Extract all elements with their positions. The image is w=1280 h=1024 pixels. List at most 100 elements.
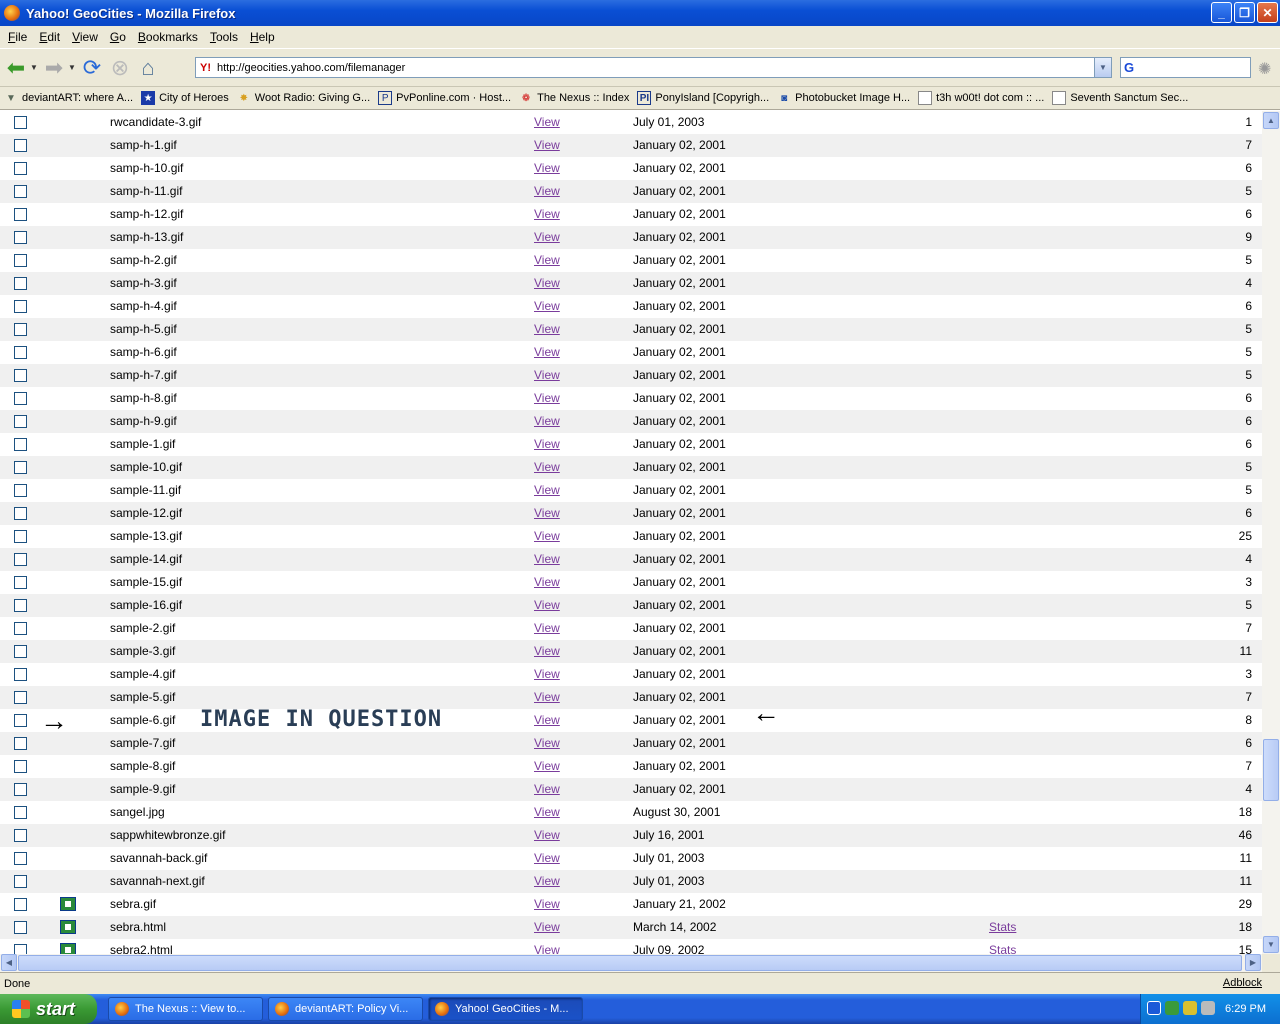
file-checkbox[interactable] <box>14 737 27 750</box>
view-link[interactable]: View <box>534 759 560 773</box>
file-checkbox[interactable] <box>14 783 27 796</box>
close-button[interactable]: ✕ <box>1257 2 1278 23</box>
scroll-left-icon[interactable]: ◀ <box>1 954 17 971</box>
taskbar-item-deviantart[interactable]: deviantART: Policy Vi... <box>268 997 423 1021</box>
file-checkbox[interactable] <box>14 530 27 543</box>
file-checkbox[interactable] <box>14 875 27 888</box>
file-checkbox[interactable] <box>14 185 27 198</box>
file-checkbox[interactable] <box>14 254 27 267</box>
forward-arrow-icon[interactable]: ➡ <box>40 54 68 82</box>
file-checkbox[interactable] <box>14 553 27 566</box>
view-link[interactable]: View <box>534 368 560 382</box>
file-checkbox[interactable] <box>14 806 27 819</box>
view-link[interactable]: View <box>534 644 560 658</box>
file-checkbox[interactable] <box>14 300 27 313</box>
view-link[interactable]: View <box>534 207 560 221</box>
file-checkbox[interactable] <box>14 369 27 382</box>
view-link[interactable]: View <box>534 414 560 428</box>
file-checkbox[interactable] <box>14 208 27 221</box>
file-checkbox[interactable] <box>14 277 27 290</box>
menu-view[interactable]: View <box>66 30 104 44</box>
address-url[interactable]: http://geocities.yahoo.com/filemanager <box>217 62 405 74</box>
view-link[interactable]: View <box>534 805 560 819</box>
view-link[interactable]: View <box>534 851 560 865</box>
view-link[interactable]: View <box>534 115 560 129</box>
tray-expand-icon[interactable] <box>1147 1001 1161 1015</box>
file-checkbox[interactable] <box>14 944 27 954</box>
menu-edit[interactable]: Edit <box>33 30 66 44</box>
maximize-button[interactable]: ❐ <box>1234 2 1255 23</box>
file-checkbox[interactable] <box>14 829 27 842</box>
file-checkbox[interactable] <box>14 484 27 497</box>
view-link[interactable]: View <box>534 943 560 954</box>
view-link[interactable]: View <box>534 621 560 635</box>
file-checkbox[interactable] <box>14 760 27 773</box>
bookmark-photobucket[interactable]: ◙ Photobucket Image H... <box>777 91 910 105</box>
search-box[interactable]: G <box>1120 57 1251 78</box>
bookmark-seventh-sanctum[interactable]: Seventh Sanctum Sec... <box>1052 91 1188 105</box>
vertical-scrollbar[interactable]: ▲ ▼ <box>1262 111 1280 954</box>
title-bar[interactable]: Yahoo! GeoCities - Mozilla Firefox _ ❐ ✕ <box>0 0 1280 26</box>
clock[interactable]: 6:29 PM <box>1225 1003 1266 1015</box>
view-link[interactable]: View <box>534 598 560 612</box>
volume-icon[interactable] <box>1201 1001 1215 1015</box>
file-checkbox[interactable] <box>14 438 27 451</box>
view-link[interactable]: View <box>534 736 560 750</box>
bookmark-t3h-woot[interactable]: t3h w00t! dot com :: ... <box>918 91 1044 105</box>
file-checkbox[interactable] <box>14 898 27 911</box>
menu-file[interactable]: File <box>2 30 33 44</box>
file-checkbox[interactable] <box>14 139 27 152</box>
view-link[interactable]: View <box>534 322 560 336</box>
forward-dropdown-icon[interactable]: ▼ <box>68 63 78 72</box>
view-link[interactable]: View <box>534 391 560 405</box>
view-link[interactable]: View <box>534 529 560 543</box>
file-checkbox[interactable] <box>14 116 27 129</box>
scroll-down-icon[interactable]: ▼ <box>1263 936 1279 953</box>
menu-tools[interactable]: Tools <box>204 30 244 44</box>
minimize-button[interactable]: _ <box>1211 2 1232 23</box>
scrollbar-thumb[interactable] <box>1263 739 1279 801</box>
horizontal-scrollbar[interactable]: ◀ ▶ <box>0 954 1262 972</box>
taskbar-item-nexus[interactable]: The Nexus :: View to... <box>108 997 263 1021</box>
view-link[interactable]: View <box>534 437 560 451</box>
bookmark-the-nexus[interactable]: ❁ The Nexus :: Index <box>519 91 630 105</box>
file-checkbox[interactable] <box>14 852 27 865</box>
scroll-right-icon[interactable]: ▶ <box>1245 954 1261 971</box>
bookmark-city-of-heroes[interactable]: ★ City of Heroes <box>141 91 229 105</box>
bookmark-deviantart[interactable]: ▼ deviantART: where A... <box>4 91 133 105</box>
bookmark-pvponline[interactable]: P PvPonline.com · Host... <box>378 91 511 105</box>
reload-icon[interactable]: ⟳ <box>78 54 106 82</box>
view-link[interactable]: View <box>534 345 560 359</box>
file-checkbox[interactable] <box>14 691 27 704</box>
view-link[interactable]: View <box>534 299 560 313</box>
view-link[interactable]: View <box>534 184 560 198</box>
file-checkbox[interactable] <box>14 346 27 359</box>
view-link[interactable]: View <box>534 713 560 727</box>
view-link[interactable]: View <box>534 460 560 474</box>
view-link[interactable]: View <box>534 253 560 267</box>
file-checkbox[interactable] <box>14 323 27 336</box>
menu-bookmarks[interactable]: Bookmarks <box>132 30 204 44</box>
bookmark-woot-radio[interactable]: ✸ Woot Radio: Giving G... <box>237 91 371 105</box>
view-link[interactable]: View <box>534 920 560 934</box>
menu-help[interactable]: Help <box>244 30 281 44</box>
file-checkbox[interactable] <box>14 231 27 244</box>
file-checkbox[interactable] <box>14 714 27 727</box>
file-checkbox[interactable] <box>14 162 27 175</box>
view-link[interactable]: View <box>534 874 560 888</box>
file-checkbox[interactable] <box>14 576 27 589</box>
back-arrow-icon[interactable]: ⬅ <box>2 54 30 82</box>
view-link[interactable]: View <box>534 483 560 497</box>
network-icon[interactable] <box>1165 1001 1179 1015</box>
security-icon[interactable] <box>1183 1001 1197 1015</box>
home-icon[interactable]: ⌂ <box>134 54 162 82</box>
start-button[interactable]: start <box>0 994 97 1024</box>
view-link[interactable]: View <box>534 782 560 796</box>
horizontal-scrollbar-thumb[interactable] <box>18 955 1242 971</box>
file-checkbox[interactable] <box>14 461 27 474</box>
file-checkbox[interactable] <box>14 392 27 405</box>
stats-link[interactable]: Stats <box>989 943 1016 954</box>
stop-icon[interactable]: ⊗ <box>106 54 134 82</box>
stats-link[interactable]: Stats <box>989 920 1016 934</box>
bookmark-ponyisland[interactable]: PI PonyIsland [Copyrigh... <box>637 91 769 105</box>
